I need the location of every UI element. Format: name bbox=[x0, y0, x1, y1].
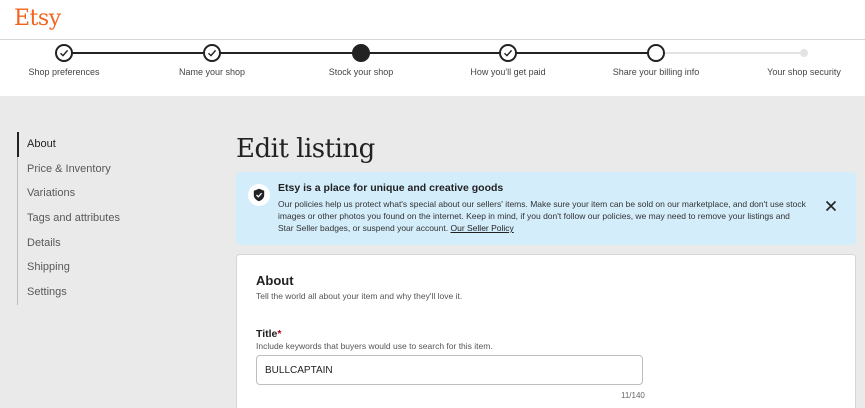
title-field-help: Include keywords that buyers would use t… bbox=[256, 341, 493, 351]
step-label-name-your-shop: Name your shop bbox=[178, 67, 246, 77]
main-content: About Price & Inventory Variations Tags … bbox=[0, 96, 865, 408]
nav-item-tags-attributes[interactable]: Tags and attributes bbox=[18, 206, 197, 231]
etsy-logo[interactable]: Etsy bbox=[14, 6, 61, 31]
top-bar: Etsy bbox=[0, 0, 865, 40]
notice-title: Etsy is a place for unique and creative … bbox=[278, 182, 504, 194]
about-section-subtitle: Tell the world all about your item and w… bbox=[256, 291, 463, 301]
step-check-icon bbox=[55, 44, 73, 62]
step-label-stock-your-shop: Stock your shop bbox=[328, 67, 394, 77]
nav-item-details[interactable]: Details bbox=[18, 231, 197, 256]
notice-body-text: Our policies help us protect what's spec… bbox=[278, 199, 806, 233]
section-nav: About Price & Inventory Variations Tags … bbox=[17, 132, 197, 305]
page-title: Edit listing bbox=[236, 134, 375, 164]
nav-item-price-inventory[interactable]: Price & Inventory bbox=[18, 157, 197, 182]
step-upcoming-dot bbox=[647, 44, 665, 62]
required-marker: * bbox=[277, 328, 282, 340]
step-label-shop-preferences: Shop preferences bbox=[28, 67, 100, 77]
shield-check-icon bbox=[253, 188, 265, 202]
nav-item-settings[interactable]: Settings bbox=[18, 280, 197, 305]
step-check-icon bbox=[203, 44, 221, 62]
step-current-dot bbox=[352, 44, 370, 62]
close-icon[interactable] bbox=[824, 199, 838, 213]
progress-track-remaining bbox=[656, 52, 804, 54]
seller-policy-link[interactable]: Our Seller Policy bbox=[450, 223, 513, 233]
step-label-get-paid: How you'll get paid bbox=[470, 67, 546, 77]
notice-badge bbox=[248, 184, 270, 206]
title-field-label-text: Title bbox=[256, 328, 278, 340]
about-section-title: About bbox=[256, 273, 294, 288]
title-char-count: 11/140 bbox=[621, 391, 645, 400]
nav-item-about[interactable]: About bbox=[17, 132, 197, 157]
nav-item-shipping[interactable]: Shipping bbox=[18, 255, 197, 280]
onboarding-progress: Shop preferences Name your shop Stock yo… bbox=[0, 40, 865, 96]
step-check-icon bbox=[499, 44, 517, 62]
nav-item-variations[interactable]: Variations bbox=[18, 181, 197, 206]
step-upcoming-dot-small bbox=[800, 49, 808, 57]
title-input[interactable] bbox=[256, 355, 643, 385]
title-field-label: Title* bbox=[256, 328, 282, 340]
notice-body: Our policies help us protect what's spec… bbox=[278, 198, 806, 234]
policy-notice: Etsy is a place for unique and creative … bbox=[236, 172, 856, 245]
step-label-billing-info: Share your billing info bbox=[612, 67, 700, 77]
step-label-shop-security: Your shop security bbox=[767, 67, 841, 77]
about-card: About Tell the world all about your item… bbox=[236, 254, 856, 408]
